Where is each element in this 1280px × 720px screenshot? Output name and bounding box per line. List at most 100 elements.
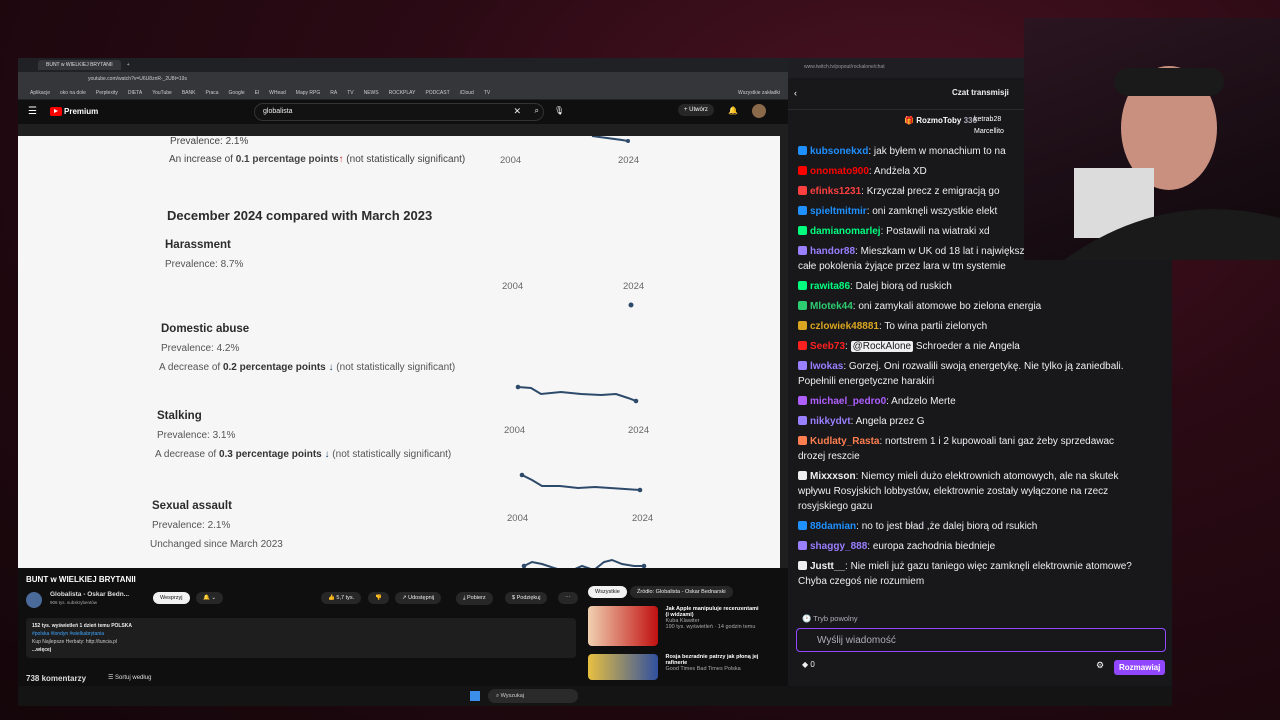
url-text[interactable]: youtube.com/watch?v=U6U8znR-_2U8t=19s bbox=[88, 76, 187, 82]
rec-thumbnail[interactable] bbox=[588, 654, 658, 680]
chat-username[interactable]: onomato900 bbox=[810, 166, 869, 177]
download-button[interactable]: ⤓ Pobierz bbox=[456, 592, 493, 605]
video-player[interactable]: Prevalence: 2.1% An increase of 0.1 perc… bbox=[18, 136, 780, 568]
bookmark-item[interactable]: Mapy RPG bbox=[296, 90, 320, 96]
crime-prevalence: Prevalence: 2.1% bbox=[152, 520, 231, 531]
support-button[interactable]: Wesprzyj bbox=[153, 592, 190, 604]
chat-username[interactable]: Mixxxson bbox=[810, 471, 856, 482]
chat-username[interactable]: rawita86 bbox=[810, 281, 850, 292]
search-value: globalista bbox=[263, 108, 293, 115]
chat-username[interactable]: kubsonekxd bbox=[810, 146, 868, 157]
filter-source[interactable]: Źródło: Globalista - Oskar Bednarski bbox=[630, 586, 733, 598]
domestic-abuse-sparkline bbox=[515, 384, 639, 404]
bookmark-item[interactable]: NEWS bbox=[364, 90, 379, 96]
bookmark-item[interactable]: Praca bbox=[205, 90, 218, 96]
sort-button[interactable]: ☰ Sortuj według bbox=[108, 674, 151, 681]
rec-title[interactable]: Rosja bezradnie patrzy jak płoną jej raf… bbox=[666, 654, 759, 666]
create-button[interactable]: + Utwórz bbox=[678, 104, 714, 116]
chat-username[interactable]: nikkydvt bbox=[810, 416, 851, 427]
recommendation-item[interactable]: Jak Apple manipuluje recenzentami (i wid… bbox=[588, 606, 762, 646]
bookmark-item[interactable]: oko na dole bbox=[60, 90, 86, 96]
new-tab-icon[interactable]: + bbox=[127, 62, 130, 68]
like-count: 5,7 tys. bbox=[336, 595, 355, 601]
bell-icon[interactable]: 🔔 ⌄ bbox=[196, 592, 223, 604]
send-button[interactable]: Rozmawiaj bbox=[1114, 660, 1166, 675]
bookmark-item[interactable]: TV bbox=[347, 90, 353, 96]
crime-name: Harassment bbox=[165, 239, 231, 251]
description[interactable]: 152 tys. wyświetleń 1 dzień temu POLSKA … bbox=[26, 618, 576, 658]
chat-text: Angela przez G bbox=[855, 416, 925, 427]
badge-icon bbox=[798, 321, 807, 330]
menu-icon[interactable]: ☰ bbox=[28, 106, 37, 117]
crime-name: Stalking bbox=[157, 410, 202, 422]
filter-all[interactable]: Wszystkie bbox=[588, 586, 627, 598]
bookmark-item[interactable]: iCloud bbox=[460, 90, 474, 96]
desc-more[interactable]: ...więcej bbox=[32, 646, 570, 654]
thanks-button[interactable]: $ Podziękuj bbox=[505, 592, 548, 604]
bookmark-item[interactable]: El bbox=[255, 90, 259, 96]
video-details: BUNT w WIELKIEJ BRYTANII Globalista - Os… bbox=[18, 568, 788, 686]
chat-username[interactable]: efinks1231 bbox=[810, 186, 861, 197]
chat-input[interactable]: Wyślij wiadomość bbox=[796, 628, 1166, 652]
rec-thumbnail[interactable] bbox=[588, 606, 658, 646]
chat-username[interactable]: handor88 bbox=[810, 246, 855, 257]
channel-name[interactable]: Globalista - Oskar Bedn... bbox=[50, 591, 129, 598]
chat-username[interactable]: Kudlaty_Rasta bbox=[810, 436, 879, 447]
bookmark-item[interactable]: RA bbox=[330, 90, 337, 96]
crime-prevalence: Prevalence: 4.2% bbox=[161, 343, 240, 354]
address-bar[interactable]: youtube.com/watch?v=U6U8znR-_2U8t=19s bbox=[18, 72, 788, 86]
desc-hashtags[interactable]: #polska #londyn #wielkabrytania bbox=[32, 630, 570, 638]
settings-icon[interactable]: ⚙ bbox=[1096, 660, 1104, 671]
webcam-image bbox=[1064, 66, 1280, 260]
chat-input-placeholder: Wyślij wiadomość bbox=[817, 635, 896, 646]
bookmark-item[interactable]: TV bbox=[484, 90, 490, 96]
chat-username[interactable]: michael_pedro0 bbox=[810, 396, 886, 407]
chat-username[interactable]: damianomarlej bbox=[810, 226, 881, 237]
badge-icon bbox=[798, 361, 807, 370]
channel-points[interactable]: ◆ 0 bbox=[802, 660, 815, 669]
bookmark-item[interactable]: Google bbox=[229, 90, 245, 96]
chat-username[interactable]: shaggy_888 bbox=[810, 541, 867, 552]
notifications-icon[interactable]: 🔔 bbox=[728, 106, 738, 115]
bookmark-item[interactable]: BANK bbox=[182, 90, 196, 96]
bookmark-item[interactable]: ROCKPLAY bbox=[389, 90, 416, 96]
harassment-sparkline bbox=[628, 302, 634, 308]
bookmark-item[interactable]: DIETA bbox=[128, 90, 142, 96]
chat-mention[interactable]: @RockAlone bbox=[850, 341, 914, 352]
bookmark-item[interactable]: PODCAST bbox=[425, 90, 449, 96]
recommendation-item[interactable]: Rosja bezradnie patrzy jak płoną jej raf… bbox=[588, 654, 762, 680]
more-icon[interactable]: ⋯ bbox=[558, 592, 578, 604]
badge-icon bbox=[798, 281, 807, 290]
change-bold: 0.3 percentage points bbox=[218, 449, 322, 460]
chat-username[interactable]: Mlotek44 bbox=[810, 301, 853, 312]
chat-username[interactable]: 88damian bbox=[810, 521, 856, 532]
dislike-icon[interactable]: 👎 bbox=[368, 592, 389, 604]
taskbar-search[interactable]: ⌕ Wyszukaj bbox=[488, 689, 578, 703]
avatar[interactable] bbox=[752, 104, 766, 118]
chat-username[interactable]: Seeb73 bbox=[810, 341, 845, 352]
start-icon[interactable] bbox=[470, 691, 480, 701]
search-input[interactable]: globalista ✕ ⌕ bbox=[254, 103, 544, 121]
all-bookmarks[interactable]: Wszystkie zakładki bbox=[738, 90, 780, 96]
like-button[interactable]: 👍 5,7 tys. bbox=[321, 592, 362, 604]
rec-title[interactable]: Jak Apple manipuluje recenzentami (i wid… bbox=[666, 606, 759, 618]
youtube-logo[interactable]: Premium bbox=[50, 107, 98, 116]
browser-window: BUNT w WIELKIEJ BRYTANII + youtube.com/w… bbox=[18, 58, 788, 686]
chat-text: Andżela XD bbox=[873, 166, 927, 177]
bookmark-item[interactable]: Aplikacje bbox=[30, 90, 50, 96]
mic-icon[interactable]: 🎙 bbox=[554, 106, 564, 115]
collapse-icon[interactable]: ‹ bbox=[794, 88, 797, 98]
bookmark-item[interactable]: WHead bbox=[269, 90, 286, 96]
bookmark-item[interactable]: Perplexity bbox=[96, 90, 118, 96]
chat-username[interactable]: Justt__ bbox=[810, 561, 845, 572]
browser-tab[interactable]: BUNT w WIELKIEJ BRYTANII bbox=[38, 60, 121, 70]
chat-username[interactable]: czlowiek48881 bbox=[810, 321, 879, 332]
search-icon[interactable]: ⌕ bbox=[535, 106, 539, 116]
bookmark-item[interactable]: YouTube bbox=[152, 90, 172, 96]
chat-username[interactable]: lwokas bbox=[810, 361, 843, 372]
channel-avatar[interactable] bbox=[26, 592, 42, 608]
chat-username[interactable]: spieltmitmir bbox=[810, 206, 867, 217]
clear-search-icon[interactable]: ✕ bbox=[513, 106, 521, 117]
year-start: 2004 bbox=[504, 425, 526, 436]
share-button[interactable]: ↗ Udostępnij bbox=[395, 592, 442, 604]
